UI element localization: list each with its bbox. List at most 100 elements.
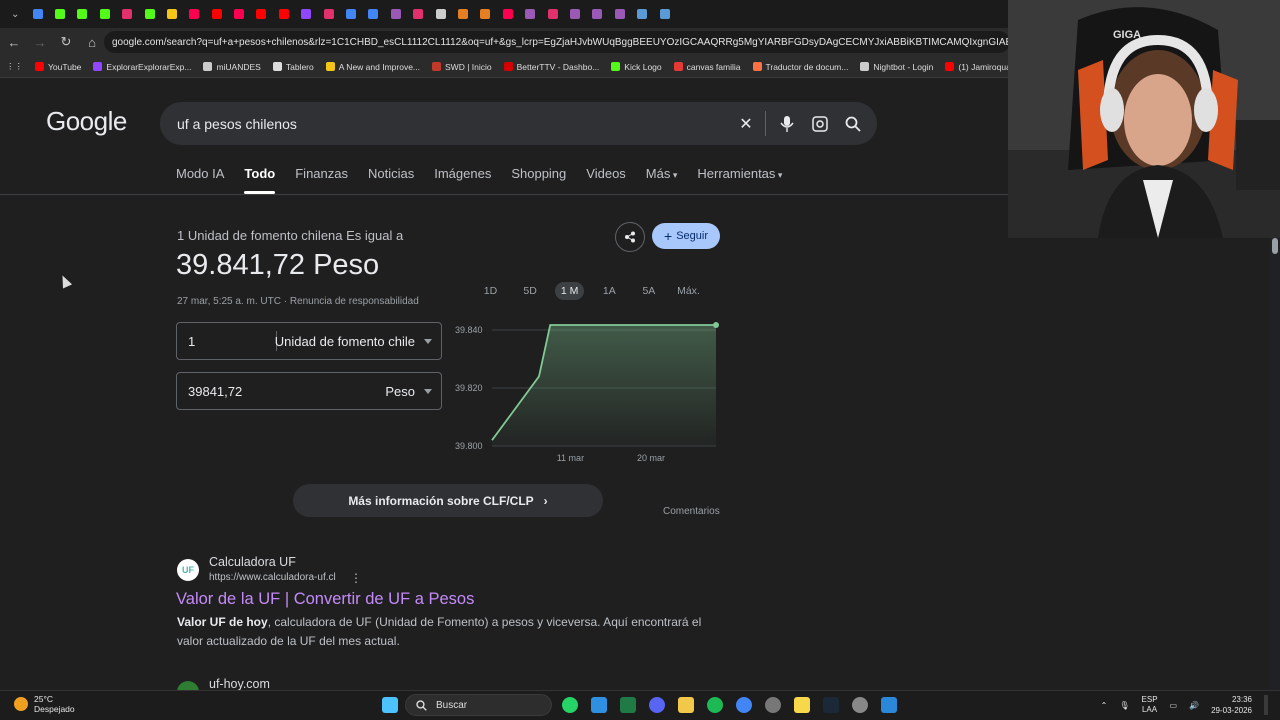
browser-tab[interactable] [94,3,116,25]
scrollbar[interactable] [1270,238,1280,690]
address-bar[interactable]: google.com/search?q=uf+a+pesos+chilenos&… [104,31,1010,53]
tab-más[interactable]: Más ▾ [646,166,678,194]
browser-tab[interactable] [228,3,250,25]
browser-tab[interactable] [183,3,205,25]
result-title-link[interactable]: Valor de la UF | Convertir de UF a Pesos [176,590,474,609]
microphone-icon[interactable] [777,114,797,134]
bookmark-item[interactable]: miUANDES [203,62,261,72]
from-amount[interactable]: 1 [188,334,195,349]
browser-tab[interactable] [519,3,541,25]
tab-shopping[interactable]: Shopping [511,166,566,194]
scrollbar-thumb[interactable] [1272,238,1278,254]
bookmark-item[interactable]: Nightbot - Login [860,62,933,72]
from-unit-select[interactable]: Unidad de fomento chile [275,334,415,349]
result-site-name[interactable]: uf-hoy.com [209,677,270,691]
bookmark-item[interactable]: BetterTTV - Dashbo... [503,62,599,72]
browser-tab[interactable] [452,3,474,25]
browser-tab[interactable] [206,3,228,25]
clock[interactable]: 23:36 29-03-2026 [1211,694,1252,716]
browser-tab[interactable] [138,3,160,25]
tab-search-dropdown-icon[interactable]: ⌄ [4,3,26,25]
range-option[interactable]: 1 M [555,282,585,300]
tab-modo-ia[interactable]: Modo IA [176,166,224,194]
volume-icon[interactable]: 🔊 [1189,701,1199,710]
range-option[interactable]: 1A [595,282,624,300]
result-site-name[interactable]: Calculadora UF [209,555,296,569]
range-option[interactable]: 5A [634,282,663,300]
tab-imágenes[interactable]: Imágenes [434,166,491,194]
tab-videos[interactable]: Videos [586,166,626,194]
settings-icon[interactable] [852,697,868,713]
more-vert-icon[interactable]: ⋮ [350,571,362,585]
range-option[interactable]: 5D [516,282,545,300]
search-icon[interactable] [843,114,863,134]
google-logo[interactable]: Google [46,106,127,137]
comments-link[interactable]: Comentarios [663,506,720,517]
tab-herramientas[interactable]: Herramientas ▾ [697,166,782,194]
bookmark-item[interactable]: canvas familia [673,62,741,72]
chevron-up-icon[interactable]: ⌃ [1101,701,1108,710]
browser-tab[interactable] [385,3,407,25]
sticky-notes-icon[interactable] [794,697,810,713]
excel-icon[interactable] [620,697,636,713]
share-button[interactable] [615,222,645,252]
browser-tab[interactable] [429,3,451,25]
home-icon[interactable]: ⌂ [80,30,104,54]
bookmark-item[interactable]: YouTube [35,62,81,72]
browser-tab[interactable] [250,3,272,25]
browser-tab[interactable] [541,3,563,25]
browser-tab[interactable] [340,3,362,25]
obs-icon[interactable] [765,697,781,713]
browser-tab[interactable] [317,3,339,25]
tab-todo[interactable]: Todo [244,166,275,194]
spotify-icon[interactable] [707,697,723,713]
to-currency-field[interactable]: 39841,72 Peso [176,372,442,410]
browser-tab[interactable] [609,3,631,25]
steam-icon[interactable] [823,697,839,713]
tab-noticias[interactable]: Noticias [368,166,414,194]
reload-icon[interactable]: ↻ [54,30,78,54]
bookmark-item[interactable]: A New and Improve... [325,62,420,72]
browser-tab[interactable] [295,3,317,25]
browser-tab[interactable] [362,3,384,25]
search-input[interactable]: uf a pesos chilenos ✕ [160,102,877,145]
apps-grid-icon[interactable]: ⋮⋮ [6,61,23,72]
back-icon[interactable]: ← [2,30,26,54]
lens-icon[interactable] [810,114,830,134]
to-unit-select[interactable]: Peso [385,384,415,399]
browser-tab[interactable] [474,3,496,25]
weather-widget[interactable]: 25°C Despejado [14,694,75,714]
browser-tab[interactable] [631,3,653,25]
clear-icon[interactable]: ✕ [736,114,756,134]
browser-tab[interactable] [586,3,608,25]
language-indicator[interactable]: ESP LAA [1142,695,1158,715]
show-desktop-button[interactable] [1264,695,1268,715]
browser-tab[interactable] [653,3,675,25]
bookmark-item[interactable]: ExplorarExplorarExp... [93,62,191,72]
app-icon[interactable] [881,697,897,713]
microphone-icon[interactable]: 🎙 [1119,701,1129,710]
from-currency-field[interactable]: 1 Unidad de fomento chile [176,322,442,360]
taskbar-search[interactable]: Buscar [405,694,552,716]
forward-icon[interactable]: → [28,30,52,54]
browser-tab[interactable] [273,3,295,25]
browser-tab[interactable] [116,3,138,25]
result-url[interactable]: https://www.calculadora-uf.cl [209,572,336,583]
tab-finanzas[interactable]: Finanzas [295,166,348,194]
bookmark-item[interactable]: Kick Logo [611,62,662,72]
more-info-button[interactable]: Más información sobre CLF/CLP › [293,484,603,517]
notepad-icon[interactable] [591,697,607,713]
bookmark-item[interactable]: SWD | Inicio [432,62,492,72]
browser-tab[interactable] [26,3,48,25]
windows-start-icon[interactable] [382,697,398,713]
chrome-icon[interactable] [736,697,752,713]
dropdown-arrow-icon[interactable] [424,389,432,394]
range-option[interactable]: Máx. [674,282,703,300]
whatsapp-icon[interactable] [562,697,578,713]
dropdown-arrow-icon[interactable] [424,339,432,344]
bookmark-item[interactable]: Traductor de docum... [752,62,848,72]
bookmark-item[interactable]: Tablero [272,62,314,72]
file-explorer-icon[interactable] [678,697,694,713]
browser-tab[interactable] [49,3,71,25]
range-option[interactable]: 1D [476,282,505,300]
